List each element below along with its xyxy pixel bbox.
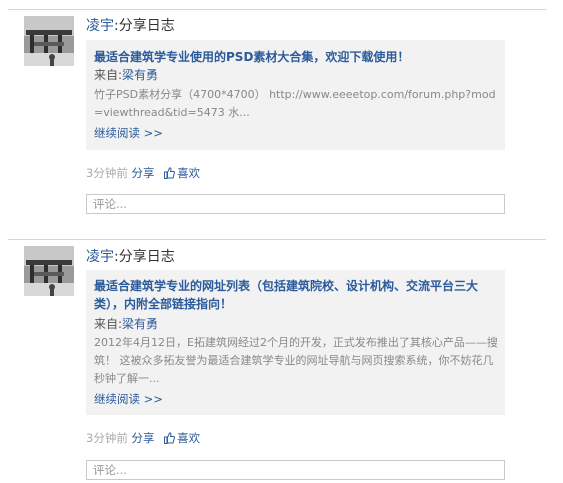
read-more-link[interactable]: 继续阅读 >> xyxy=(94,125,163,141)
shared-blog-card: 最适合建筑学专业使用的PSD素材大合集，欢迎下载使用！ 来自:梁有勇 竹子PSD… xyxy=(86,40,505,150)
author-link[interactable]: 凌宇 xyxy=(86,18,114,34)
avatar[interactable] xyxy=(24,16,74,66)
author-link[interactable]: 凌宇 xyxy=(86,249,114,265)
comment-input[interactable] xyxy=(86,194,505,214)
share-source-name[interactable]: 梁有勇 xyxy=(122,317,158,331)
activity-feed: 凌宇:分享日志 最适合建筑学专业使用的PSD素材大合集，欢迎下载使用！ 来自:梁… xyxy=(0,0,563,483)
share-source-label: 来自: xyxy=(94,317,123,331)
share-source: 来自:梁有勇 xyxy=(94,66,158,83)
post-header: 凌宇:分享日志 xyxy=(86,15,175,35)
post-action-text: :分享日志 xyxy=(114,249,175,265)
post-action-text: :分享日志 xyxy=(114,18,175,34)
like-button[interactable]: 喜欢 xyxy=(177,166,200,180)
post-header: 凌宇:分享日志 xyxy=(86,246,175,266)
share-button[interactable]: 分享 xyxy=(131,431,154,445)
avatar[interactable] xyxy=(24,246,74,296)
post-timestamp: 3分钟前 xyxy=(86,166,128,180)
shared-post-title[interactable]: 最适合建筑学专业的网址列表（包括建筑院校、设计机构、交流平台三大类），内附全部链… xyxy=(94,277,499,313)
comment-input[interactable] xyxy=(86,460,505,480)
shared-post-excerpt: 2012年4月12日，E拓建筑网经过2个月的开发，正式发布推出了其核心产品——搜… xyxy=(94,336,498,385)
shared-blog-card: 最适合建筑学专业的网址列表（包括建筑院校、设计机构、交流平台三大类），内附全部链… xyxy=(86,270,505,415)
share-source-name[interactable]: 梁有勇 xyxy=(122,68,158,82)
feed-divider xyxy=(8,9,546,10)
thumbs-up-icon[interactable] xyxy=(164,167,176,182)
avatar-photo-icon xyxy=(24,16,74,66)
like-button[interactable]: 喜欢 xyxy=(177,431,200,445)
feed-divider xyxy=(8,239,546,240)
post-timestamp: 3分钟前 xyxy=(86,431,128,445)
share-source-label: 来自: xyxy=(94,68,123,82)
thumbs-up-icon[interactable] xyxy=(164,432,176,447)
share-source: 来自:梁有勇 xyxy=(94,315,158,332)
post-actions: 3分钟前 分享 喜欢 xyxy=(86,165,200,182)
post-actions: 3分钟前 分享 喜欢 xyxy=(86,430,200,447)
read-more-link[interactable]: 继续阅读 >> xyxy=(94,391,163,407)
avatar-photo-icon xyxy=(24,246,74,296)
shared-post-excerpt: 竹子PSD素材分享（4700*4700） http://www.eeeetop.… xyxy=(94,88,496,119)
shared-post-title[interactable]: 最适合建筑学专业使用的PSD素材大合集，欢迎下载使用！ xyxy=(94,48,499,66)
share-button[interactable]: 分享 xyxy=(131,166,154,180)
